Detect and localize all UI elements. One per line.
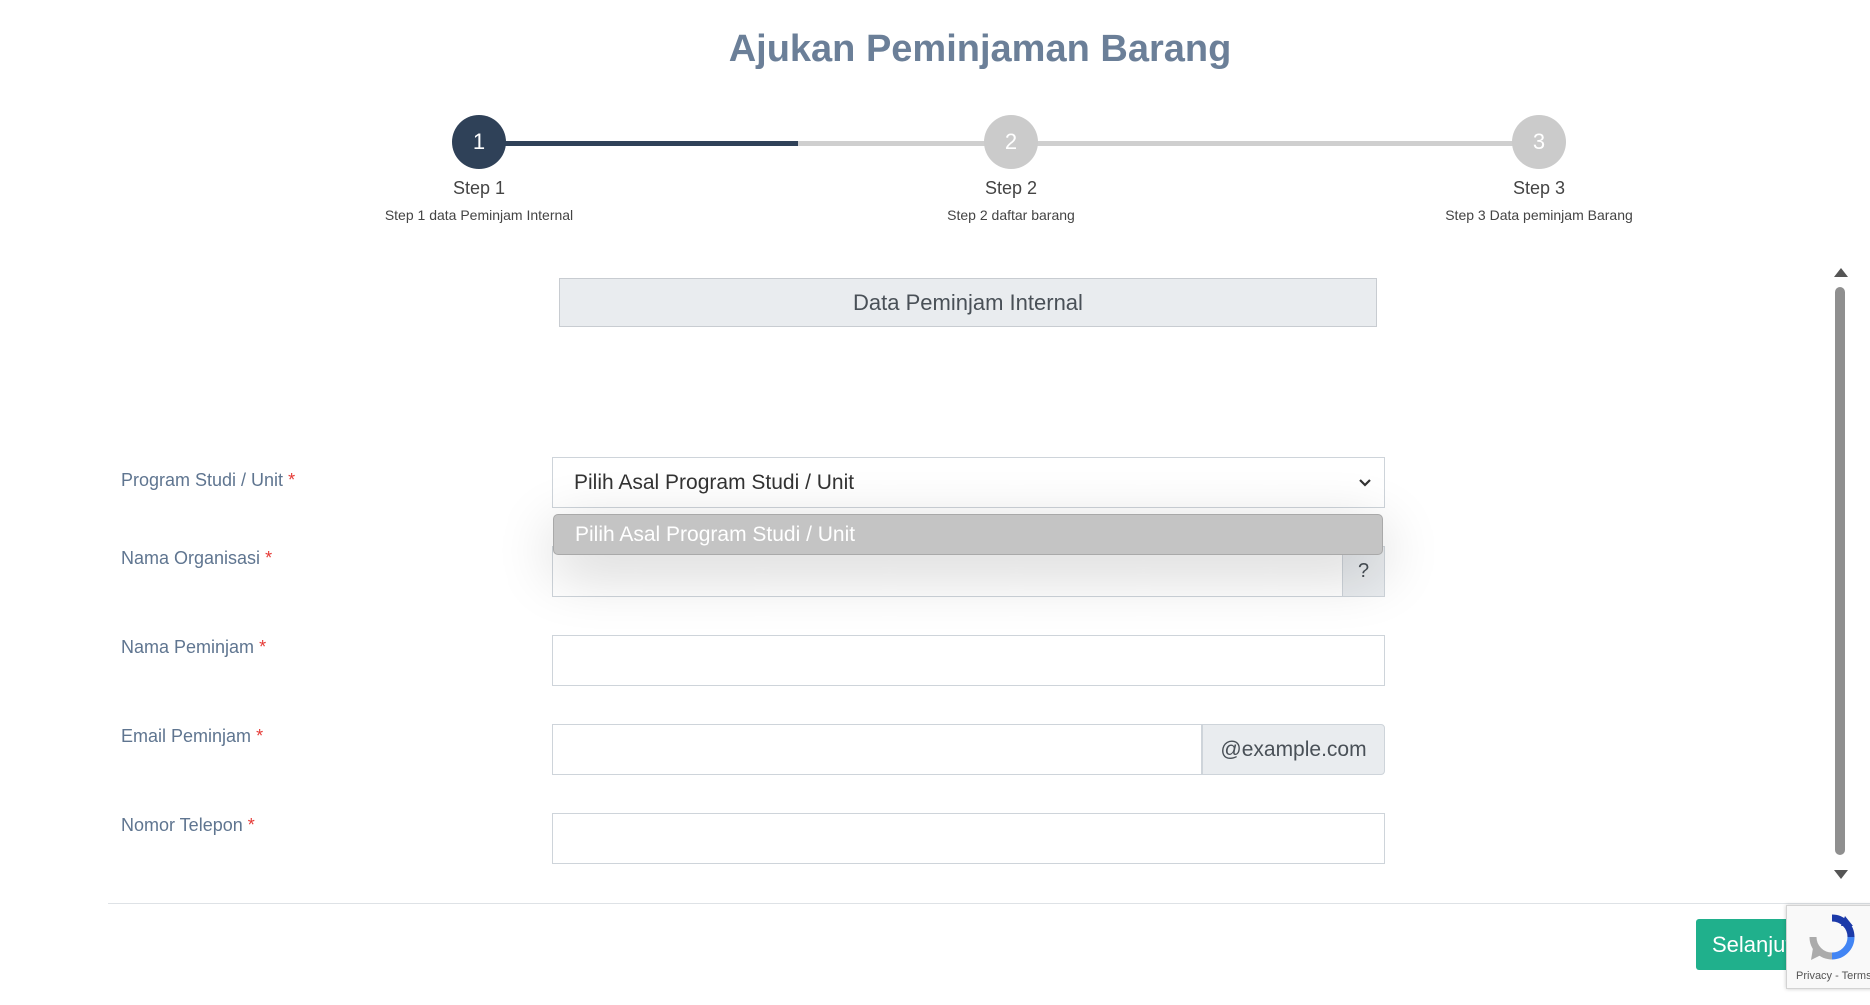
nomor-telepon-label: Nomor Telepon * xyxy=(121,815,255,835)
step-3-description: Step 3 Data peminjam Barang xyxy=(1445,207,1633,223)
recaptcha-icon xyxy=(1807,912,1857,967)
program-studi-select[interactable]: Pilih Asal Program Studi / Unit xyxy=(552,457,1385,508)
step-1-label: Step 1 xyxy=(452,178,506,198)
nomor-telepon-input[interactable] xyxy=(552,813,1385,864)
scrollbar[interactable] xyxy=(1834,262,1848,882)
required-marker: * xyxy=(265,548,273,568)
progress-track-completed xyxy=(480,141,798,146)
footer-divider xyxy=(108,903,1870,904)
nama-peminjam-label: Nama Peminjam * xyxy=(121,637,267,657)
scroll-thumb[interactable] xyxy=(1835,287,1845,855)
progress-track-remaining xyxy=(798,141,1518,146)
step-2-circle[interactable]: 2 xyxy=(984,115,1038,169)
recaptcha-links[interactable]: Privacy - Terms xyxy=(1796,970,1870,982)
required-marker: * xyxy=(247,815,255,835)
nama-organisasi-label: Nama Organisasi * xyxy=(121,548,273,568)
step-2-label: Step 2 xyxy=(984,178,1038,198)
recaptcha-badge[interactable]: Privacy - Terms xyxy=(1786,905,1870,989)
step-1-circle[interactable]: 1 xyxy=(452,115,506,169)
email-domain-addon: @example.com xyxy=(1202,724,1385,775)
program-studi-dropdown-option[interactable]: Pilih Asal Program Studi / Unit xyxy=(553,514,1383,555)
step-2-description: Step 2 daftar barang xyxy=(947,207,1075,223)
scroll-down-arrow-icon[interactable] xyxy=(1834,870,1848,879)
scroll-up-arrow-icon[interactable] xyxy=(1834,268,1848,277)
step-3-label: Step 3 xyxy=(1512,178,1566,198)
nama-peminjam-input[interactable] xyxy=(552,635,1385,686)
chevron-down-icon xyxy=(1358,458,1372,507)
program-studi-label: Program Studi / Unit * xyxy=(121,470,296,490)
stepper: 1 2 3 Step 1 Step 2 Step 3 Step 1 data P… xyxy=(0,0,1870,240)
section-header: Data Peminjam Internal xyxy=(559,278,1377,327)
email-peminjam-input[interactable] xyxy=(552,724,1202,775)
required-marker: * xyxy=(259,637,267,657)
required-marker: * xyxy=(288,470,296,490)
step-3-circle[interactable]: 3 xyxy=(1512,115,1566,169)
required-marker: * xyxy=(256,726,264,746)
step-1-description: Step 1 data Peminjam Internal xyxy=(384,207,574,223)
email-peminjam-label: Email Peminjam * xyxy=(121,726,264,746)
